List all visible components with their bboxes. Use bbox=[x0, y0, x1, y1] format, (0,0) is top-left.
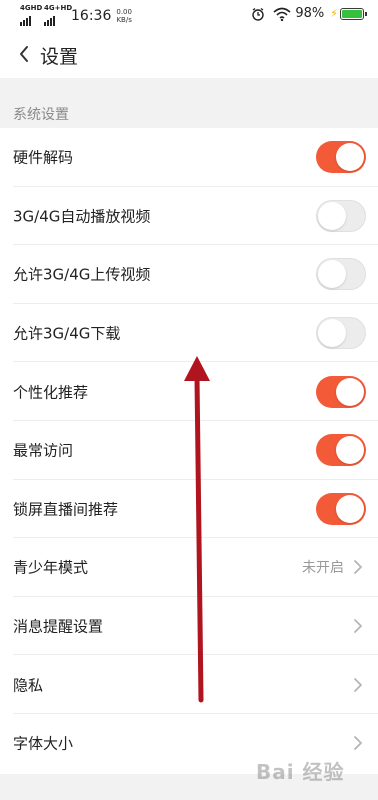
toggle-knob bbox=[336, 436, 364, 465]
network-type-label: 4GHD bbox=[20, 4, 43, 12]
setting-label: 允许3G/4G上传视频 bbox=[13, 265, 151, 284]
setting-label: 硬件解码 bbox=[13, 148, 74, 167]
signal-icon-2: 4G+HD bbox=[44, 4, 72, 26]
net-speed-value: 0.00 bbox=[116, 8, 132, 16]
page-title: 设置 bbox=[40, 46, 79, 68]
setting-row[interactable]: 3G/4G自动播放视频 bbox=[0, 186, 378, 246]
setting-label: 消息提醒设置 bbox=[13, 617, 104, 636]
toggle-switch[interactable] bbox=[316, 375, 366, 408]
toggle-knob bbox=[336, 143, 364, 172]
setting-label: 隐私 bbox=[13, 676, 44, 695]
network-type-label-2: 4G+HD bbox=[44, 4, 73, 12]
net-speed: 0.00 KB/s bbox=[116, 8, 132, 24]
toggle-switch[interactable] bbox=[316, 141, 366, 174]
setting-label: 最常访问 bbox=[13, 441, 74, 460]
net-speed-unit: KB/s bbox=[116, 16, 132, 24]
setting-row[interactable]: 允许3G/4G上传视频 bbox=[0, 245, 378, 304]
setting-value: 未开启 bbox=[302, 560, 344, 577]
chevron-right-icon bbox=[354, 677, 362, 692]
toggle-switch[interactable] bbox=[316, 199, 366, 232]
setting-row[interactable]: 允许3G/4G下载 bbox=[0, 303, 378, 363]
chevron-left-icon bbox=[20, 46, 28, 62]
setting-label: 3G/4G自动播放视频 bbox=[13, 207, 151, 226]
toggle-knob bbox=[318, 260, 346, 289]
chevron-right-icon bbox=[354, 619, 362, 633]
setting-row[interactable]: 硬件解码 bbox=[0, 128, 378, 187]
toggle-knob bbox=[318, 201, 346, 230]
signal-icon: 4GHD bbox=[20, 4, 43, 26]
watermark: Bai 经验 bbox=[256, 760, 345, 784]
battery-percent: 98% bbox=[295, 6, 325, 21]
setting-row[interactable]: 锁屏直播间推荐 bbox=[0, 479, 378, 539]
setting-label: 个性化推荐 bbox=[13, 383, 89, 402]
status-bar: 4GHD 4G+HD 16:36 0.00 KB/s 98% ⚡ bbox=[0, 0, 378, 32]
battery-level bbox=[342, 9, 362, 18]
toggle-knob bbox=[336, 377, 364, 406]
toggle-switch[interactable] bbox=[316, 317, 366, 350]
toggle-switch[interactable] bbox=[316, 258, 366, 291]
toggle-knob bbox=[336, 494, 364, 523]
setting-label: 青少年模式 bbox=[13, 558, 89, 577]
section-header: 系统设置 bbox=[0, 78, 378, 128]
navigation-bar: 设置 bbox=[0, 32, 378, 78]
back-button[interactable] bbox=[14, 42, 34, 66]
toggle-switch[interactable] bbox=[316, 492, 366, 525]
clock: 16:36 bbox=[71, 8, 112, 24]
setting-row[interactable]: 青少年模式 未开启 bbox=[0, 538, 378, 597]
setting-row[interactable]: 消息提醒设置 bbox=[0, 596, 378, 656]
alarm-icon bbox=[252, 7, 265, 21]
setting-row[interactable]: 个性化推荐 bbox=[0, 362, 378, 421]
wifi-icon bbox=[273, 7, 291, 21]
setting-label: 字体大小 bbox=[13, 734, 74, 753]
setting-row[interactable]: 最常访问 bbox=[0, 420, 378, 480]
section-title: 系统设置 bbox=[13, 107, 69, 123]
toggle-switch[interactable] bbox=[316, 434, 366, 467]
chevron-right-icon bbox=[354, 736, 362, 751]
battery-icon bbox=[340, 7, 367, 20]
setting-label: 允许3G/4G下载 bbox=[13, 324, 121, 343]
chevron-right-icon bbox=[354, 560, 362, 575]
settings-list: 硬件解码 3G/4G自动播放视频 允许3G/4G上传视频 允许3G/4G下载 个性化推荐… bbox=[0, 128, 378, 773]
setting-row[interactable]: 隐私 bbox=[0, 655, 378, 714]
charging-icon: ⚡ bbox=[330, 7, 338, 20]
setting-label: 锁屏直播间推荐 bbox=[13, 500, 119, 519]
toggle-knob bbox=[318, 319, 346, 348]
